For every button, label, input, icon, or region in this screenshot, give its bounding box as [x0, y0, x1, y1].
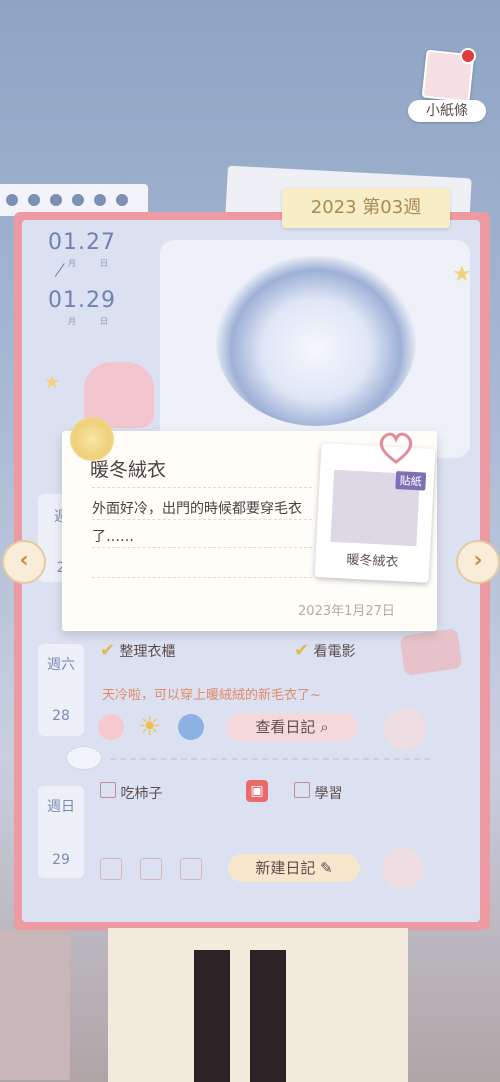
- weekday-label: 週六: [47, 657, 75, 673]
- end-month-label: 月: [68, 317, 76, 326]
- sticker-name: 暖冬絨衣: [346, 552, 399, 571]
- checkbox: [100, 782, 116, 798]
- chevron-left-icon: ‹: [19, 548, 29, 573]
- start-date: 01.27: [48, 230, 116, 255]
- diary-illustration: [160, 240, 470, 458]
- view-diary-button[interactable]: 查看日記 ⌕: [226, 713, 358, 741]
- binder-hole: [50, 194, 62, 206]
- task-item[interactable]: 學習: [294, 782, 342, 803]
- empty-slot[interactable]: [100, 858, 122, 880]
- star-icon: ★: [452, 262, 472, 287]
- binder-hole: [116, 194, 128, 206]
- end-day-label: 日: [100, 317, 108, 326]
- new-diary-button[interactable]: 新建日記 ✎: [228, 854, 360, 882]
- binder-hole: [28, 194, 40, 206]
- task-item[interactable]: ✔ 整理衣櫃: [100, 640, 176, 661]
- entry-text: 外面好冷，出門的時候都要穿毛衣了……: [92, 501, 302, 545]
- ruled-line: [92, 487, 312, 488]
- empty-slot[interactable]: [140, 858, 162, 880]
- binder-hole: [6, 194, 18, 206]
- ruled-line: [92, 577, 312, 578]
- star-icon: ★: [44, 372, 61, 393]
- task-item[interactable]: 吃柿子: [100, 782, 162, 803]
- notification-dot: [460, 48, 476, 64]
- entry-date: 2023年1月27日: [298, 604, 395, 619]
- entry-title: 暖冬絨衣: [90, 459, 167, 481]
- week-tab: 2023 第03週: [282, 188, 450, 228]
- photo-slot[interactable]: [382, 848, 424, 890]
- activity-icon: [178, 714, 204, 740]
- weekday-label: 週日: [47, 799, 75, 815]
- next-page-button[interactable]: ›: [456, 540, 500, 584]
- checkbox: [294, 782, 310, 798]
- cloud-bunny-image: [216, 256, 416, 426]
- day-number: 28: [52, 708, 70, 724]
- empty-slot[interactable]: [180, 858, 202, 880]
- task-label: 學習: [314, 786, 343, 802]
- character-boots-image: [190, 950, 290, 1082]
- diary-summary: 天冷啦，可以穿上暖絨絨的新毛衣了~: [102, 688, 321, 703]
- right-boot: [250, 950, 286, 1082]
- sun-weather-icon: ☀: [138, 712, 162, 742]
- mood-face-icon: [98, 714, 124, 740]
- checked-icon: ✔: [294, 640, 310, 661]
- divider: [110, 758, 430, 760]
- task-label: 吃柿子: [120, 786, 163, 802]
- task-label: 看電影: [313, 644, 356, 660]
- chevron-right-icon: ›: [473, 548, 483, 573]
- new-diary-label: 新建日記: [255, 859, 316, 877]
- heart-icon: [379, 432, 413, 464]
- checked-icon: ✔: [100, 640, 116, 661]
- note-label: 小紙條: [408, 100, 486, 122]
- binder-hole: [72, 194, 84, 206]
- search-icon: ⌕: [320, 718, 329, 736]
- start-day-label: 日: [100, 259, 108, 268]
- day-number: 29: [52, 852, 70, 868]
- photo-slot[interactable]: [384, 708, 426, 750]
- gift-icon[interactable]: ▣: [246, 780, 268, 802]
- left-boot: [194, 950, 230, 1082]
- view-diary-label: 查看日記: [255, 718, 316, 736]
- task-label: 整理衣櫃: [119, 644, 176, 660]
- note-button[interactable]: 小紙條: [408, 48, 486, 122]
- prev-page-button[interactable]: ‹: [2, 540, 46, 584]
- binder-hole: [94, 194, 106, 206]
- paw-charm-decor: [0, 930, 70, 1080]
- end-date: 01.29: [48, 288, 116, 313]
- edit-icon: ✎: [320, 859, 333, 877]
- day-tab-sunday[interactable]: 週日 29: [38, 786, 84, 878]
- food-bowl-sticker: [66, 746, 102, 770]
- day-tab-saturday[interactable]: 週六 28: [38, 644, 84, 736]
- sticker-card[interactable]: 貼紙 暖冬絨衣: [314, 443, 436, 583]
- sweater-sticker: [399, 628, 463, 676]
- task-item[interactable]: ✔ 看電影: [294, 640, 356, 661]
- sticker-badge: 貼紙: [395, 471, 427, 491]
